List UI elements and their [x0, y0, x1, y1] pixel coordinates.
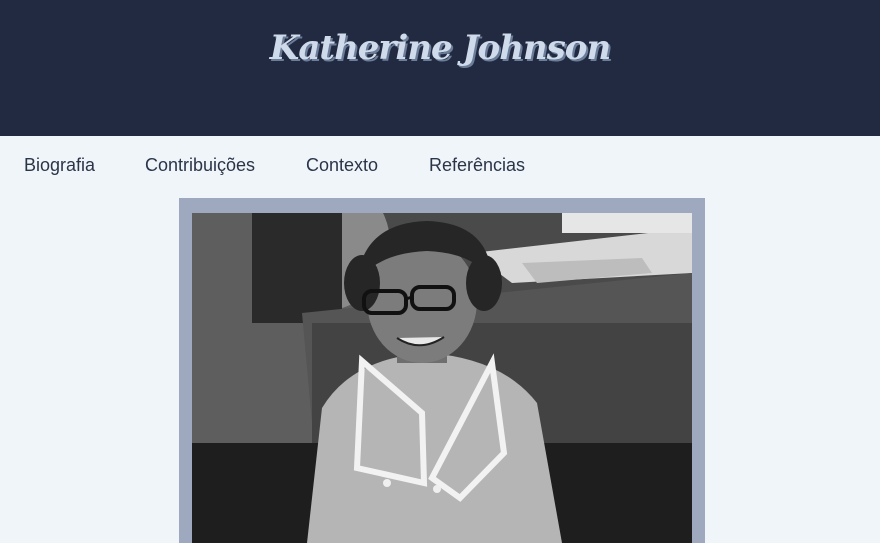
site-title: Katherine Johnson	[269, 28, 611, 68]
portrait-photo	[192, 213, 692, 543]
nav-item-referencias[interactable]: Referências	[429, 155, 525, 176]
site-header: Katherine Johnson	[0, 0, 880, 136]
portrait-image	[192, 213, 692, 543]
nav-item-contexto[interactable]: Contexto	[306, 155, 378, 176]
main-nav: Biografia Contribuições Contexto Referên…	[0, 136, 880, 194]
nav-item-biografia[interactable]: Biografia	[24, 155, 95, 176]
portrait-frame	[179, 198, 705, 543]
nav-item-contribuicoes[interactable]: Contribuições	[145, 155, 255, 176]
